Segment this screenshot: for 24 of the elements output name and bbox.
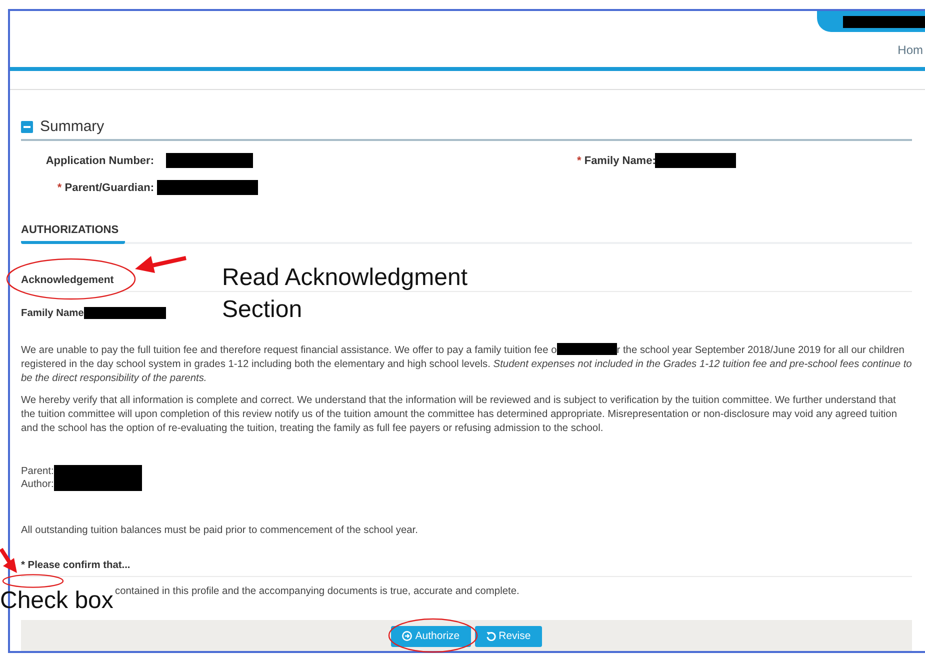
authorize-button[interactable]: Authorize (391, 626, 471, 646)
callout-text: Read Acknowledgment Section (222, 263, 468, 325)
paragraph: We are unable to pay the full tuition fee and therefore request financial assistance. We offer to pay a family tuition fee o r the school year September 2018/June 2019 for all our children registered in the day school system in grades 1-12 including both the elementary and high school levels. Student expenses not included in the Grades 1-12 tuition fee and pre-school fees continue to be the direct responsibility of the parents. (21, 343, 912, 386)
field-label: * Family Name: (577, 155, 655, 167)
field-label: * Parent/Guardian: (56, 182, 155, 194)
field-label: Application Number: (44, 155, 155, 167)
redaction-bar (556, 343, 617, 355)
tab[interactable]: AUTHORIZATIONS (21, 223, 125, 244)
arrow-circle-icon (402, 631, 412, 641)
home-link[interactable]: Hom (898, 43, 923, 57)
highlight-ellipse (2, 574, 64, 588)
field-label: Author: (21, 478, 54, 491)
revise-button[interactable]: Revise (474, 626, 542, 646)
section-title: Summary (40, 118, 104, 135)
undo-icon (486, 631, 496, 641)
confirm-heading: * Please confirm that... (21, 560, 912, 577)
field-label: Family Name (21, 308, 84, 318)
notice-text: All outstanding tuition balances must be paid prior to commencement of the school year. (21, 524, 419, 538)
checkbox-label[interactable]: contained in this profile and the accompanying documents is true, accurate and complete. (115, 585, 912, 599)
user-menu-button[interactable] (817, 11, 925, 32)
field-label: Parent: (21, 465, 54, 478)
paragraph: We hereby verify that all information is complete and correct. We understand that the information will be reviewed and is subject to verification by the tuition committee. We further understand that the tuition committee will upon completion of this review notify us of the tuition amount the committee has determined appropriate. Misrepresentation or non-disclosure may void any agreed tuition and the school has the option of re-evaluating the tuition, treating the family as full fee payers or refusing admission to the school. (21, 394, 898, 436)
arrow-annotation (0, 548, 19, 574)
collapse-icon[interactable] (21, 120, 33, 132)
